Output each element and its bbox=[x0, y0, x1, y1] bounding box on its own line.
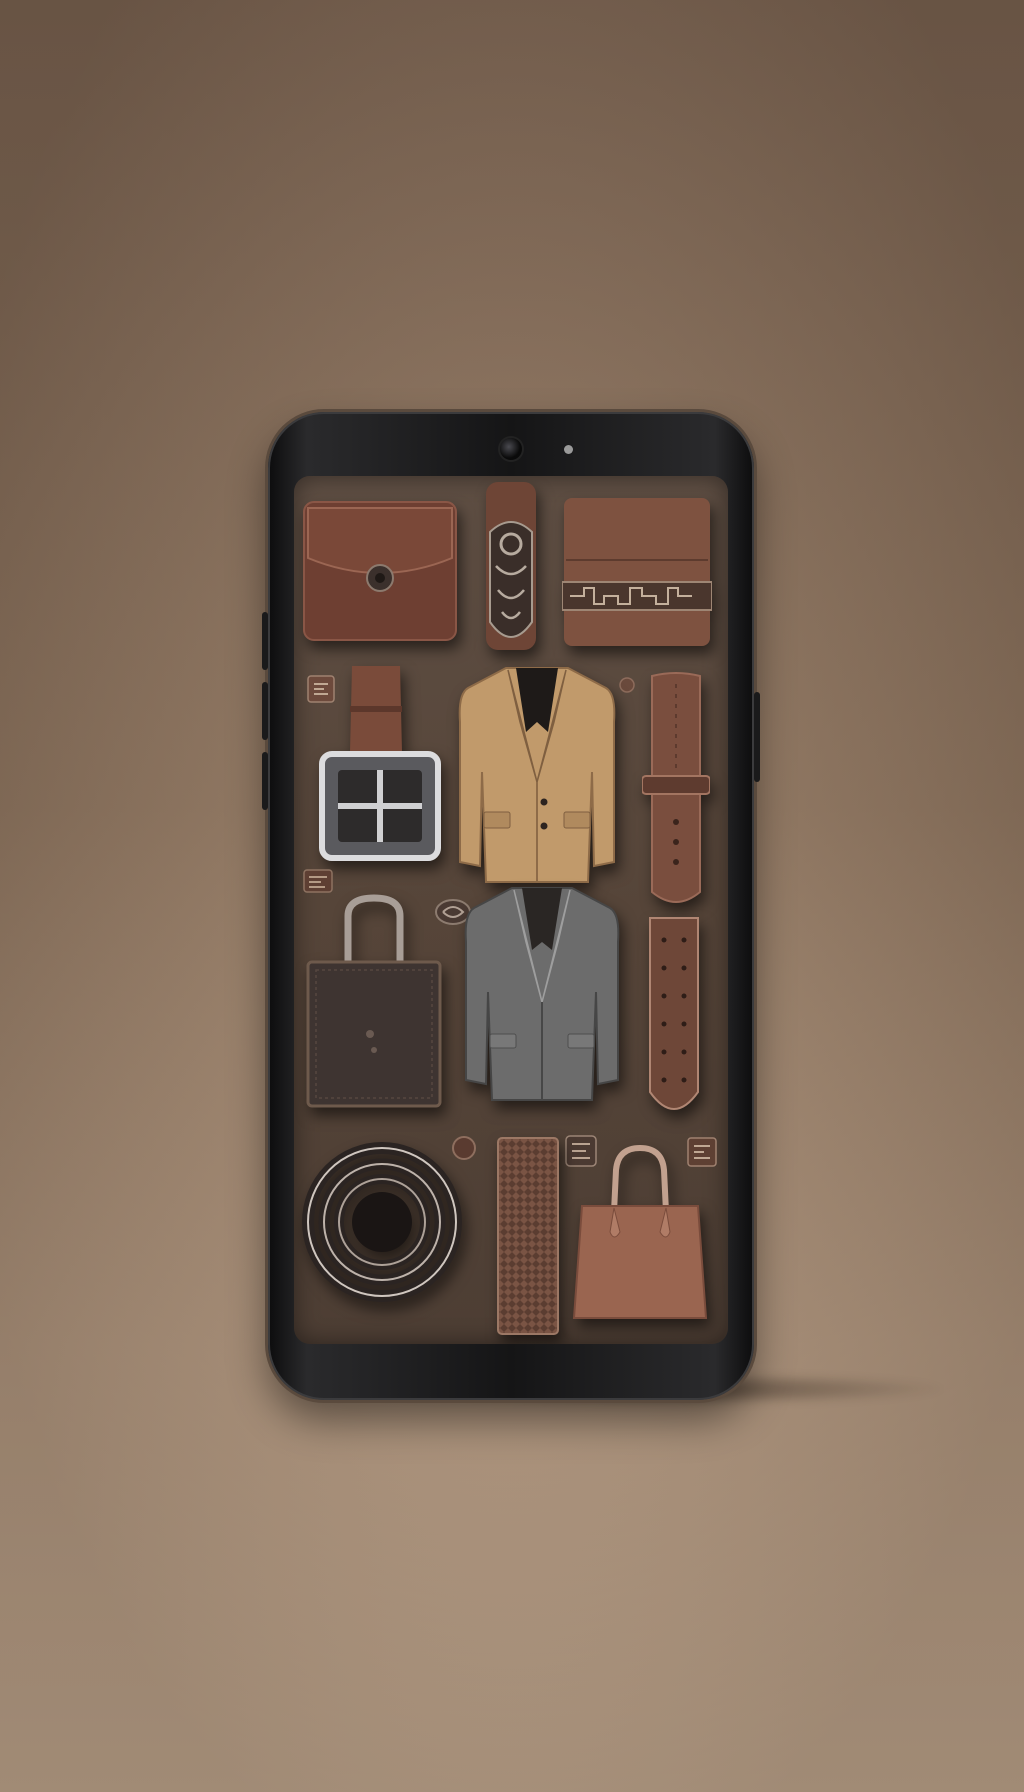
side-button bbox=[262, 752, 268, 810]
embossed-pouch-icon bbox=[562, 498, 712, 646]
rivet-icon bbox=[619, 677, 635, 693]
front-camera-icon bbox=[500, 438, 522, 460]
ornate-strap-icon bbox=[486, 482, 536, 650]
power-button bbox=[754, 692, 760, 782]
sensor-dot-icon bbox=[564, 445, 573, 454]
grey-blazer-icon bbox=[464, 887, 620, 1101]
handbag-icon bbox=[306, 894, 442, 1108]
woven-tie-icon bbox=[497, 1137, 559, 1335]
volume-down-button bbox=[262, 682, 268, 740]
watch-strap-icon bbox=[642, 672, 710, 903]
perforated-strap-icon bbox=[649, 917, 699, 1110]
coiled-belt-icon bbox=[302, 1142, 462, 1302]
tan-blazer-icon bbox=[458, 667, 616, 883]
smartphone bbox=[262, 412, 760, 1400]
leather-wallet-icon bbox=[303, 501, 457, 641]
phone-screen bbox=[294, 476, 728, 1344]
volume-up-button bbox=[262, 612, 268, 670]
belt-buckle-icon bbox=[319, 666, 441, 861]
tote-bag-icon bbox=[572, 1144, 708, 1319]
